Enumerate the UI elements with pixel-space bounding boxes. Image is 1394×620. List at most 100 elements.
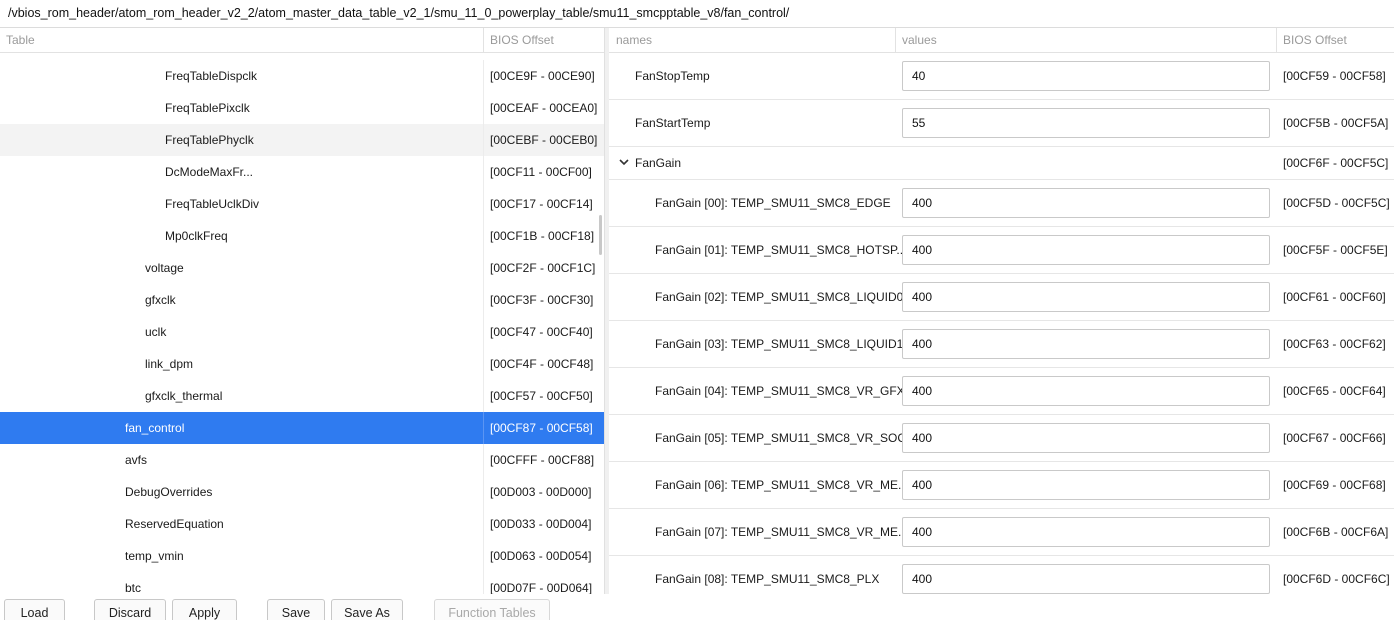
tree-row[interactable]: ReservedEquation [00D033 - 00D004] (0, 508, 604, 540)
fangain-row: FanGain [01]: TEMP_SMU11_SMC8_HOTSP... 40… (609, 227, 1394, 274)
header-divider (483, 28, 484, 53)
fangain-value-input[interactable]: 400 (902, 188, 1270, 218)
load-button[interactable]: Load (4, 599, 65, 620)
column-divider (483, 444, 484, 476)
tree-row[interactable]: fan_control [00CF87 - 00CF58] (0, 412, 604, 444)
fangain-value-input[interactable]: 400 (902, 470, 1270, 500)
fangain-value-input[interactable]: 400 (902, 517, 1270, 547)
fangain-row: FanGain [08]: TEMP_SMU11_SMC8_PLX 400 [00C… (609, 556, 1394, 594)
tree-row-name: ReservedEquation (125, 517, 224, 531)
fangain-group-row[interactable]: FanGain [00CF6F - 00CF5C] (609, 147, 1394, 180)
tree-row[interactable]: avfs [00CFFF - 00CF88] (0, 444, 604, 476)
field-offset: [00CF5F - 00CF5E] (1283, 243, 1388, 257)
fangain-value-input[interactable]: 400 (902, 235, 1270, 265)
field-name: FanGain [00]: TEMP_SMU11_SMC8_EDGE (655, 196, 891, 210)
discard-button[interactable]: Discard (94, 599, 166, 620)
field-name: FanGain [01]: TEMP_SMU11_SMC8_HOTSP... (655, 243, 907, 257)
tree-row-offset: [00D063 - 00D054] (490, 549, 592, 563)
column-divider (483, 540, 484, 572)
field-offset: [00CF6D - 00CF6C] (1283, 572, 1390, 586)
table-tree-header: Table BIOS Offset (0, 28, 604, 53)
col-header-values: values (902, 33, 937, 47)
save-button[interactable]: Save (267, 599, 325, 620)
tree-row-offset: [00D003 - 00D000] (490, 485, 592, 499)
fanstarttemp-value-input[interactable]: 55 (902, 108, 1270, 138)
column-divider (483, 476, 484, 508)
chevron-down-icon[interactable] (618, 156, 630, 168)
field-offset: [00CF65 - 00CF64] (1283, 384, 1386, 398)
field-offset: [00CF59 - 00CF58] (1283, 69, 1386, 83)
tree-row-name: FreqTablePhyclk (165, 133, 254, 147)
column-divider (483, 572, 484, 594)
field-table: names values BIOS Offset FanStopTemp 40 … (609, 28, 1394, 594)
field-name: FanGain [05]: TEMP_SMU11_SMC8_VR_SOC (655, 431, 906, 445)
field-name: FanGain [04]: TEMP_SMU11_SMC8_VR_GFX (655, 384, 905, 398)
tree-row-offset: [00CFFF - 00CF88] (490, 453, 595, 467)
tree-row-name: voltage (145, 261, 184, 275)
tree-scrollbar-thumb[interactable] (599, 215, 602, 255)
header-divider (1276, 28, 1277, 53)
tree-row-offset: [00CF1B - 00CF18] (490, 229, 595, 243)
tree-row[interactable]: DcModeMaxFr... [00CF11 - 00CF00] (0, 156, 604, 188)
col-header-bios-offset: BIOS Offset (490, 33, 554, 47)
col-header-table: Table (6, 33, 35, 47)
field-offset: [00CF5D - 00CF5C] (1283, 196, 1390, 210)
header-divider (895, 28, 896, 53)
fangain-row: FanGain [03]: TEMP_SMU11_SMC8_LIQUID1 400… (609, 321, 1394, 368)
table-tree[interactable]: Table BIOS Offset FreqTableDispclk [00CE9… (0, 28, 604, 594)
tree-row-offset: [00CF87 - 00CF58] (490, 421, 593, 435)
tree-row-offset: [00CF3F - 00CF30] (490, 293, 594, 307)
field-name: FanGain [02]: TEMP_SMU11_SMC8_LIQUID0 (655, 290, 904, 304)
tree-row-offset: [00CF2F - 00CF1C] (490, 261, 596, 275)
tree-row[interactable]: FreqTablePixclk [00CEAF - 00CEA0] (0, 92, 604, 124)
field-offset: [00CF67 - 00CF66] (1283, 431, 1386, 445)
fangain-value-input[interactable]: 400 (902, 376, 1270, 406)
tree-row-name: avfs (125, 453, 148, 467)
tree-row[interactable]: gfxclk [00CF3F - 00CF30] (0, 284, 604, 316)
field-name: FanGain [06]: TEMP_SMU11_SMC8_VR_ME... (655, 478, 908, 492)
fangain-value-input[interactable]: 400 (902, 329, 1270, 359)
tree-row-offset: [00CF17 - 00CF14] (490, 197, 593, 211)
field-offset: [00CF6B - 00CF6A] (1283, 525, 1389, 539)
tree-row-offset: [00CF57 - 00CF50] (490, 389, 593, 403)
tree-row[interactable]: Mp0clkFreq [00CF1B - 00CF18] (0, 220, 604, 252)
tree-row[interactable]: gfxclk_thermal [00CF57 - 00CF50] (0, 380, 604, 412)
tree-row[interactable]: btc [00D07F - 00D064] (0, 572, 604, 594)
field-row-fanstoptemp: FanStopTemp 40 [00CF59 - 00CF58] (609, 54, 1394, 100)
column-divider (483, 412, 484, 444)
fangain-value-input[interactable]: 400 (902, 564, 1270, 594)
tree-row-name: uclk (145, 325, 167, 339)
column-divider (483, 284, 484, 316)
tree-row-name: link_dpm (145, 357, 194, 371)
tree-row[interactable]: FreqTablePhyclk [00CEBF - 00CEB0] (0, 124, 604, 156)
tree-row[interactable]: temp_vmin [00D063 - 00D054] (0, 540, 604, 572)
field-name: FanGain [08]: TEMP_SMU11_SMC8_PLX (655, 572, 880, 586)
tree-row[interactable]: link_dpm [00CF4F - 00CF48] (0, 348, 604, 380)
tree-row-offset: [00CF11 - 00CF00] (490, 165, 592, 179)
fangain-row: FanGain [05]: TEMP_SMU11_SMC8_VR_SOC 400 [… (609, 415, 1394, 462)
save-as-button[interactable]: Save As (331, 599, 403, 620)
tree-row-name: Mp0clkFreq (165, 229, 228, 243)
tree-row[interactable]: FreqTableDispclk [00CE9F - 00CE90] (0, 60, 604, 92)
group-name: FanGain (635, 156, 682, 170)
tree-row[interactable]: DebugOverrides [00D003 - 00D000] (0, 476, 604, 508)
apply-button[interactable]: Apply (172, 599, 237, 620)
fangain-value-input[interactable]: 400 (902, 282, 1270, 312)
field-name: FanGain [07]: TEMP_SMU11_SMC8_VR_ME... (655, 525, 908, 539)
fangain-value-input[interactable]: 400 (902, 423, 1270, 453)
function-tables-button[interactable]: Function Tables (434, 599, 550, 620)
tree-row-name: gfxclk_thermal (145, 389, 223, 403)
tree-row[interactable]: FreqTableUclkDiv [00CF17 - 00CF14] (0, 188, 604, 220)
tree-row[interactable]: voltage [00CF2F - 00CF1C] (0, 252, 604, 284)
fangain-row: FanGain [00]: TEMP_SMU11_SMC8_EDGE 400 [00… (609, 180, 1394, 227)
field-offset: [00CF69 - 00CF68] (1283, 478, 1386, 492)
column-divider (483, 220, 484, 252)
field-row-fanstarttemp: FanStartTemp 55 [00CF5B - 00CF5A] (609, 100, 1394, 147)
field-name: FanStopTemp (635, 69, 710, 83)
tree-row[interactable]: uclk [00CF47 - 00CF40] (0, 316, 604, 348)
field-table-header: names values BIOS Offset (609, 28, 1394, 53)
tree-row-offset: [00CF4F - 00CF48] (490, 357, 594, 371)
column-divider (483, 316, 484, 348)
fanstoptemp-value-input[interactable]: 40 (902, 61, 1270, 91)
group-offset: [00CF6F - 00CF5C] (1283, 156, 1389, 170)
